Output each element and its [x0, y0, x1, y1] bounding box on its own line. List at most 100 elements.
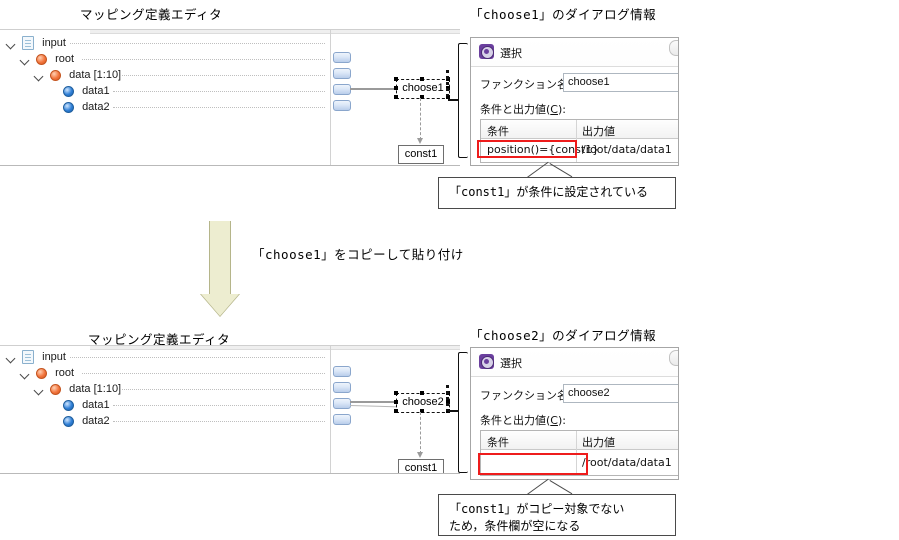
tree-dotted-leader: [113, 421, 325, 423]
element-icon: [50, 69, 62, 81]
tree-dotted-leader: [113, 405, 325, 407]
condition-label-key: C: [550, 103, 558, 116]
editor-top-strip: [90, 30, 460, 34]
tree-row[interactable]: input: [6, 349, 66, 365]
dialog-titlebar: 選択: [471, 38, 678, 67]
dialog-connector-brace: [458, 352, 468, 473]
condition-label-post: ):: [557, 103, 566, 116]
grid-cell-output[interactable]: /root/data/data1: [582, 143, 672, 156]
copy-paste-arrow: [200, 221, 240, 317]
tree-row[interactable]: data [1:10]: [34, 381, 121, 397]
tree-row[interactable]: root: [20, 51, 74, 67]
editor-top-strip: [90, 346, 460, 350]
tree-dotted-leader: [82, 59, 325, 61]
element-icon: [36, 367, 48, 379]
condition-output-label: 条件と出力値(C):: [480, 412, 566, 428]
tree-dotted-leader: [70, 43, 325, 45]
element-icon: [50, 383, 62, 395]
condition-label-pre: 条件と出力値(: [480, 414, 551, 427]
tree-row[interactable]: root: [20, 365, 74, 381]
chevron-down-icon[interactable]: [34, 70, 45, 81]
element-icon: [36, 53, 48, 65]
resize-handle[interactable]: [420, 77, 424, 81]
resize-handle[interactable]: [394, 391, 398, 395]
editor-divider: [330, 30, 331, 165]
tree-row[interactable]: data1: [63, 83, 110, 99]
tree-dotted-leader: [120, 389, 325, 391]
resize-handle[interactable]: [394, 400, 398, 404]
connector-port[interactable]: [333, 398, 351, 409]
dialog-button-strip[interactable]: [669, 40, 678, 56]
chevron-down-icon[interactable]: [20, 54, 31, 65]
resize-handle[interactable]: [394, 409, 398, 413]
connector-port[interactable]: [333, 100, 351, 111]
chevron-down-icon[interactable]: [6, 352, 17, 363]
attribute-icon: [63, 399, 74, 411]
dialog-title: 選択: [500, 47, 522, 60]
tree-row[interactable]: data [1:10]: [34, 67, 121, 83]
mapping-editor-bottom[interactable]: input root data [1:10] data1 data2 choos…: [0, 345, 460, 474]
function-name-value: choose1: [568, 76, 610, 88]
tree-row[interactable]: data1: [63, 397, 110, 413]
const-node[interactable]: const1: [398, 459, 444, 473]
dialog-button-strip[interactable]: [669, 350, 678, 366]
grid-header-output: 出力値: [582, 436, 615, 449]
const-link-line: [420, 412, 421, 454]
connection-wire[interactable]: [349, 405, 398, 408]
callout-bottom-text: 「const1」がコピー対象でない ため，条件欄が空になる: [449, 502, 625, 533]
const-link-line: [420, 98, 421, 140]
callout-bottom: 「const1」がコピー対象でない ため，条件欄が空になる: [438, 494, 676, 536]
selection-marker-dots: [446, 70, 449, 96]
function-name-input[interactable]: choose2: [563, 384, 678, 403]
connection-wire[interactable]: [350, 401, 398, 403]
mapping-editor-top[interactable]: input root data [1:10] data1 data2 choos…: [0, 29, 460, 166]
condition-label-post: ):: [557, 414, 566, 427]
function-node-label: choose2: [402, 396, 444, 408]
connector-port[interactable]: [333, 382, 351, 393]
grid-header-row: 条件 出力値: [481, 431, 678, 450]
function-name-label-pre: ファンクション名(: [480, 78, 573, 91]
condition-highlight-box-top: [477, 140, 577, 158]
condition-output-label: 条件と出力値(C):: [480, 101, 566, 117]
tree-row[interactable]: data2: [63, 99, 110, 115]
tree-item-label: data1: [82, 399, 110, 412]
tree-dotted-leader: [120, 75, 325, 77]
tree-item-label: input: [42, 37, 66, 50]
chevron-down-icon[interactable]: [34, 384, 45, 395]
selection-marker-dots: [446, 385, 449, 411]
dialog-titlebar: 選択: [471, 348, 678, 377]
attribute-icon: [63, 85, 74, 97]
chevron-down-icon[interactable]: [6, 38, 17, 49]
condition-highlight-box-bottom: [478, 453, 588, 475]
resize-handle[interactable]: [394, 95, 398, 99]
connector-port[interactable]: [333, 68, 351, 79]
connector-port[interactable]: [333, 366, 351, 377]
choose-function-icon: [479, 354, 494, 369]
const-node-label: const1: [404, 148, 438, 160]
grid-header-row: 条件 出力値: [481, 120, 678, 139]
tree-row[interactable]: data2: [63, 413, 110, 429]
connection-wire[interactable]: [350, 88, 398, 90]
function-name-input[interactable]: choose1: [563, 73, 678, 92]
document-icon: [22, 350, 35, 365]
choose-function-icon: [479, 44, 494, 59]
connector-port[interactable]: [333, 52, 351, 63]
attribute-icon: [63, 101, 74, 113]
tree-item-label: data [1:10]: [69, 383, 122, 396]
resize-handle[interactable]: [420, 391, 424, 395]
resize-handle[interactable]: [394, 86, 398, 90]
connector-port[interactable]: [333, 414, 351, 425]
resize-handle[interactable]: [394, 77, 398, 81]
function-node-label: choose1: [402, 82, 444, 94]
callout-tail-top: [520, 160, 600, 178]
grid-cell-output[interactable]: /root/data/data1: [582, 456, 672, 469]
tree-item-label: data2: [82, 101, 110, 114]
tree-dotted-leader: [82, 373, 325, 375]
arrow-label: 「choose1」をコピーして貼り付け: [252, 247, 464, 262]
caption-dialog-bottom: 「choose2」のダイアログ情報: [470, 328, 657, 343]
tree-row[interactable]: input: [6, 35, 66, 51]
chevron-down-icon[interactable]: [20, 368, 31, 379]
const-node[interactable]: const1: [398, 145, 444, 164]
dialog-connector-brace: [458, 43, 468, 158]
connector-port[interactable]: [333, 84, 351, 95]
